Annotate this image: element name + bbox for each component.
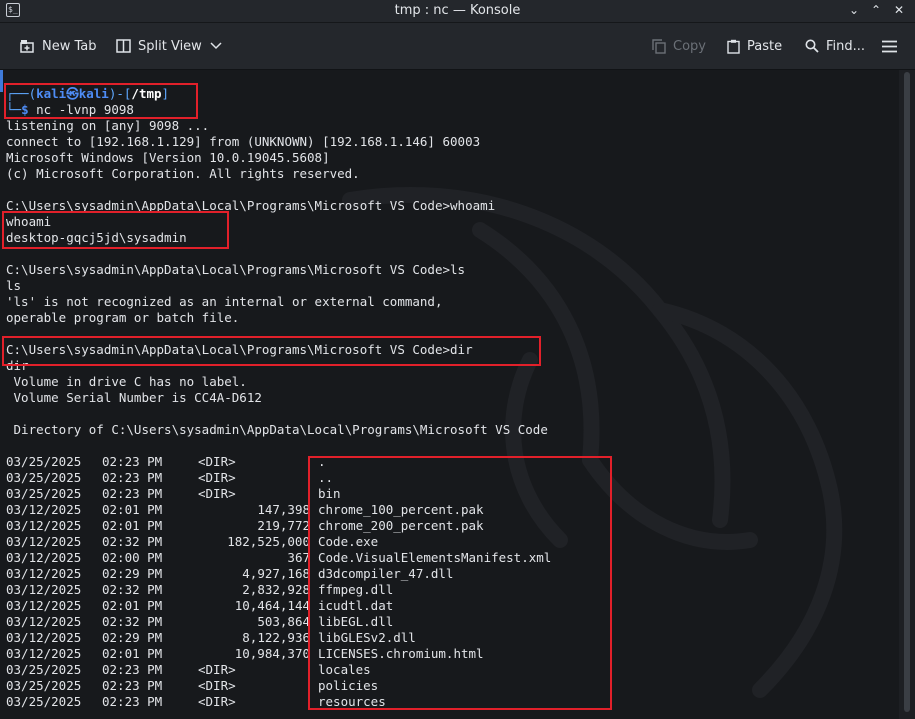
- entry-size: 10,984,370: [234, 646, 310, 661]
- entry-time: 02:01 PM: [102, 502, 163, 517]
- paste-icon: [727, 39, 740, 54]
- minimize-icon[interactable]: ⌄: [846, 2, 862, 18]
- entry-date: 03/25/2025: [6, 470, 82, 485]
- find-button[interactable]: Find...: [805, 35, 865, 57]
- entry-date: 03/12/2025: [6, 630, 82, 645]
- entry-size: <DIR>: [198, 470, 236, 485]
- entry-time: 02:32 PM: [102, 534, 163, 549]
- entry-date: 03/12/2025: [6, 502, 82, 517]
- scrollbar[interactable]: [899, 70, 915, 719]
- entry-time: 02:29 PM: [102, 630, 163, 645]
- entry-size: <DIR>: [198, 694, 236, 709]
- entry-size: 10,464,144: [234, 598, 310, 613]
- new-tab-label: New Tab: [42, 38, 97, 54]
- highlight-box-filenames: [308, 456, 612, 710]
- split-view-icon: [116, 39, 131, 53]
- entry-date: 03/12/2025: [6, 582, 82, 597]
- entry-time: 02:23 PM: [102, 486, 163, 501]
- entry-date: 03/12/2025: [6, 646, 82, 661]
- entry-size: <DIR>: [198, 662, 236, 677]
- entry-date: 03/12/2025: [6, 518, 82, 533]
- entry-date: 03/12/2025: [6, 550, 82, 565]
- new-tab-button[interactable]: New Tab: [20, 35, 97, 57]
- focus-indicator: [0, 70, 3, 92]
- entry-time: 02:00 PM: [102, 550, 163, 565]
- entry-date: 03/25/2025: [6, 486, 82, 501]
- entry-time: 02:01 PM: [102, 646, 163, 661]
- entry-time: 02:23 PM: [102, 470, 163, 485]
- title-bar: $_ tmp : nc — Konsole ⌄ ⌃ ✕: [0, 0, 915, 23]
- entry-time: 02:23 PM: [102, 454, 163, 469]
- entry-size: 147,398: [257, 502, 310, 517]
- entry-time: 02:23 PM: [102, 662, 163, 677]
- terminal-line: 'ls' is not recognized as an internal or…: [6, 294, 443, 309]
- main-menu-button[interactable]: [882, 35, 904, 57]
- highlight-box-listener: [4, 83, 198, 119]
- entry-date: 03/12/2025: [6, 614, 82, 629]
- terminal-line: Volume Serial Number is CC4A-D612: [6, 390, 262, 405]
- entry-date: 03/25/2025: [6, 678, 82, 693]
- highlight-box-dir: [2, 336, 541, 366]
- scrollbar-handle[interactable]: [904, 72, 910, 712]
- window-title: tmp : nc — Konsole: [394, 3, 521, 18]
- paste-button[interactable]: Paste: [727, 35, 782, 57]
- terminal-line: ls: [6, 278, 22, 293]
- new-tab-icon: [20, 40, 34, 53]
- entry-size: <DIR>: [198, 486, 236, 501]
- entry-date: 03/25/2025: [6, 694, 82, 709]
- chevron-down-icon: [210, 42, 222, 50]
- entry-date: 03/12/2025: [6, 534, 82, 549]
- terminal-line: operable program or batch file.: [6, 310, 240, 325]
- entry-date: 03/12/2025: [6, 598, 82, 613]
- search-icon: [805, 39, 819, 53]
- highlight-box-whoami: [2, 211, 229, 249]
- find-label: Find...: [826, 38, 866, 54]
- entry-time: 02:23 PM: [102, 678, 163, 693]
- entry-size: <DIR>: [198, 678, 236, 693]
- split-view-button[interactable]: Split View: [116, 35, 222, 57]
- copy-icon: [652, 38, 666, 54]
- entry-time: 02:01 PM: [102, 598, 163, 613]
- entry-date: 03/12/2025: [6, 566, 82, 581]
- entry-time: 02:29 PM: [102, 566, 163, 581]
- copy-label: Copy: [673, 38, 706, 54]
- terminal-line: Microsoft Windows [Version 10.0.19045.56…: [6, 150, 330, 165]
- entry-size: 367: [287, 550, 310, 565]
- entry-size: 219,772: [257, 518, 310, 533]
- maximize-icon[interactable]: ⌃: [868, 2, 884, 18]
- toolbar: New Tab Split View Copy Paste Find...: [0, 23, 915, 70]
- entry-size: 182,525,000: [227, 534, 310, 549]
- terminal-line: Volume in drive C has no label.: [6, 374, 247, 389]
- split-view-label: Split View: [138, 38, 202, 54]
- entry-time: 02:32 PM: [102, 614, 163, 629]
- terminal-line: (c) Microsoft Corporation. All rights re…: [6, 166, 360, 181]
- entry-size: <DIR>: [198, 454, 236, 469]
- copy-button[interactable]: Copy: [652, 35, 706, 57]
- terminal-line: Directory of C:\Users\sysadmin\AppData\L…: [6, 422, 548, 437]
- entry-size: 8,122,936: [242, 630, 310, 645]
- entry-size: 4,927,168: [242, 566, 310, 581]
- entry-time: 02:01 PM: [102, 518, 163, 533]
- entry-time: 02:32 PM: [102, 582, 163, 597]
- terminal-line: connect to [192.168.1.129] from (UNKNOWN…: [6, 134, 481, 149]
- entry-size: 2,832,928: [242, 582, 310, 597]
- entry-date: 03/25/2025: [6, 454, 82, 469]
- paste-label: Paste: [747, 38, 783, 54]
- terminal-view[interactable]: ┌──(kali㉿kali)-[/tmp] └─$ nc -lvnp 9098 …: [0, 70, 899, 719]
- terminal-line: listening on [any] 9098 ...: [6, 118, 210, 133]
- entry-size: 503,864: [257, 614, 310, 629]
- terminal-line: C:\Users\sysadmin\AppData\Local\Programs…: [6, 262, 466, 277]
- close-icon[interactable]: ✕: [891, 2, 907, 18]
- entry-time: 02:23 PM: [102, 694, 163, 709]
- hamburger-menu-icon: [882, 40, 897, 52]
- entry-date: 03/25/2025: [6, 662, 82, 677]
